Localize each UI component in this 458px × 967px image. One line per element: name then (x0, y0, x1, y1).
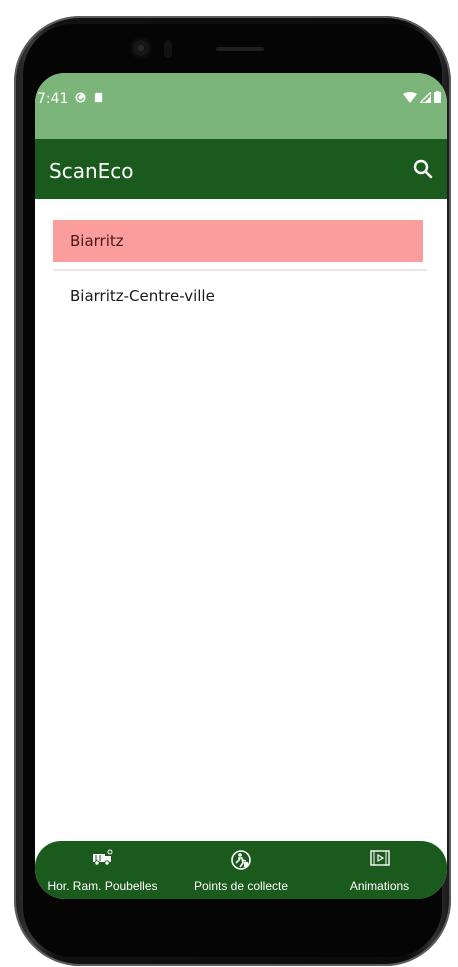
search-icon[interactable] (411, 157, 435, 181)
list-item-biarritz-centre-ville[interactable]: Biarritz-Centre-ville (53, 275, 423, 317)
status-time: 7:41 (37, 91, 69, 107)
nav-item-animations[interactable]: Animations (312, 847, 447, 895)
sync-icon (75, 92, 86, 103)
app-title: ScanEco (49, 159, 134, 183)
nav-label: Hor. Ram. Poubelles (47, 879, 158, 893)
nav-item-points-de-collecte[interactable]: Points de collecte (172, 847, 310, 895)
status-indicators (403, 91, 441, 103)
city-list: Biarritz Biarritz-Centre-ville (35, 199, 447, 899)
front-camera (133, 40, 149, 56)
sd-card-icon (94, 92, 103, 103)
status-bar: 7:41 (35, 73, 447, 139)
earpiece-speaker (216, 47, 264, 51)
recycle-person-icon (231, 850, 251, 870)
wifi-icon (403, 91, 417, 103)
screen: 7:41 ScanEco Biarritz Biarritz-Centre-vi… (35, 73, 447, 899)
list-item-label: Biarritz (70, 232, 124, 250)
list-divider (53, 269, 427, 271)
signal-icon (420, 91, 431, 103)
nav-item-hor-ram-poubelles[interactable]: Hor. Ram. Poubelles (35, 847, 170, 895)
list-item-label: Biarritz-Centre-ville (70, 287, 215, 305)
battery-icon (434, 91, 441, 103)
garbage-truck-icon (92, 849, 112, 866)
app-bar: ScanEco (35, 139, 447, 199)
video-play-icon (369, 850, 390, 866)
bottom-navigation: Hor. Ram. Poubelles Points de collecte A… (35, 841, 447, 899)
nav-label: Points de collecte (193, 879, 289, 893)
nav-label: Animations (349, 879, 410, 893)
proximity-sensor (164, 40, 172, 58)
list-item-biarritz[interactable]: Biarritz (53, 220, 423, 262)
